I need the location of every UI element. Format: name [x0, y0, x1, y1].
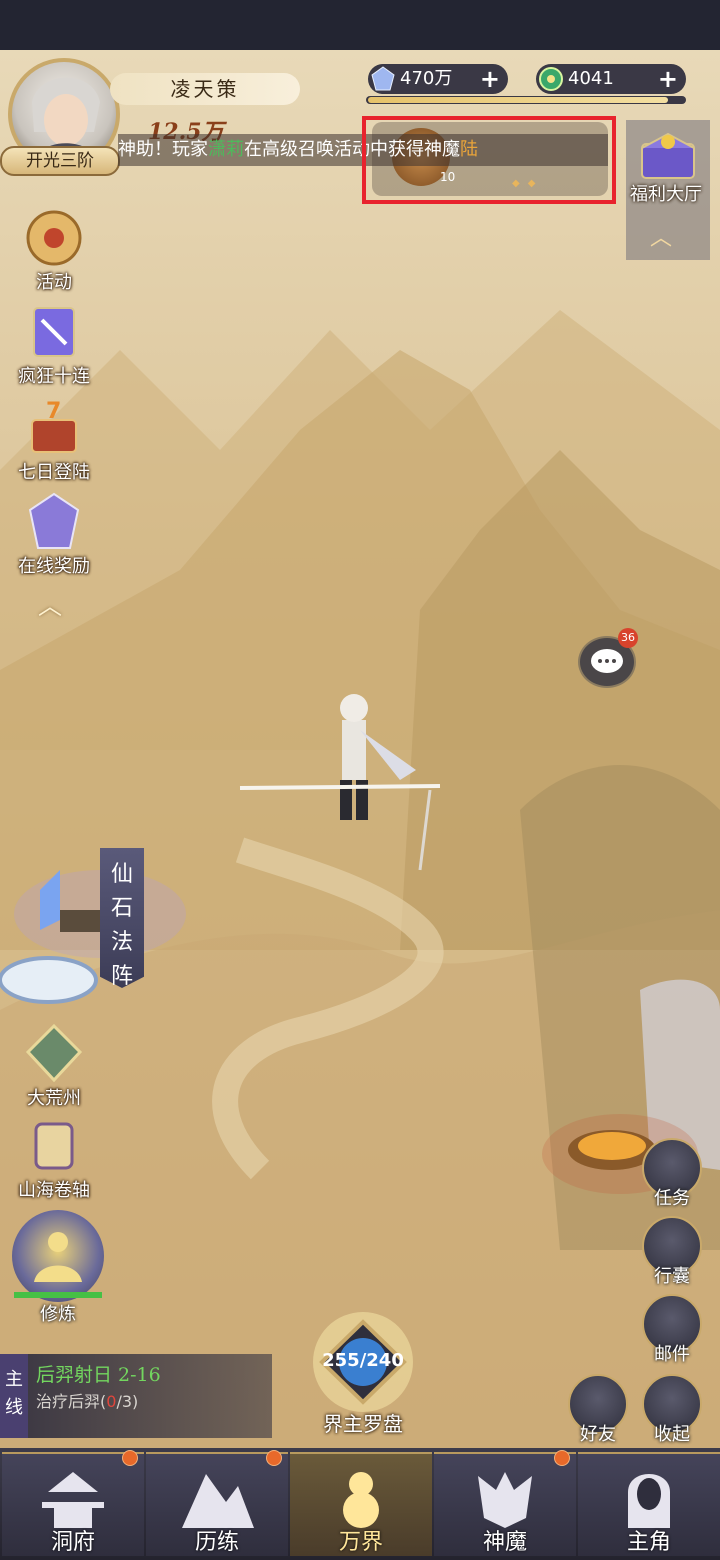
sidebar-item-ten-pull[interactable]: 疯狂十连	[6, 300, 102, 388]
quest-desc-prefix: 治疗后羿(	[36, 1392, 107, 1411]
highlight-box	[362, 116, 616, 204]
chat-unread-badge: 36	[618, 628, 638, 648]
meditation-icon	[34, 1232, 82, 1282]
tab-gods[interactable]: 神魔	[434, 1450, 576, 1556]
sidebar-label-dahuang: 大荒州	[27, 1088, 81, 1109]
sidebar-label-scroll: 山海卷轴	[18, 1180, 90, 1201]
jade-value: 4041	[568, 68, 614, 89]
quest-desc: 治疗后羿(0/3)	[36, 1388, 138, 1412]
collapse-button[interactable]: 收起	[642, 1374, 702, 1446]
add-spirit-stone-button[interactable]: +	[480, 64, 500, 94]
welfare-chest-icon[interactable]	[632, 126, 704, 182]
jade-counter: 4041 +	[536, 64, 686, 94]
sidebar-label-seven-day: 七日登陆	[18, 462, 90, 483]
sidebar-item-activity[interactable]: 活动	[6, 206, 102, 294]
tab-hero[interactable]: 主角	[578, 1452, 720, 1556]
welfare-hall-label[interactable]: 福利大厅	[618, 180, 714, 206]
task-button[interactable]: 任务	[642, 1138, 702, 1210]
task-label: 任务	[654, 1188, 690, 1209]
tab-training-badge	[266, 1450, 282, 1466]
quest-progress-done: 0	[106, 1392, 117, 1411]
array-label[interactable]: 仙石法阵	[104, 858, 140, 994]
marquee-player: 潇莉	[208, 139, 244, 160]
scroll-icon	[34, 1122, 74, 1170]
online-reward-icon	[28, 492, 80, 549]
tab-hero-label: 主角	[626, 1530, 671, 1555]
quest-desc-suffix: /3)	[116, 1392, 139, 1411]
cultivate-label[interactable]: 修炼	[10, 1300, 106, 1326]
collapse-label: 收起	[654, 1424, 690, 1445]
tab-world[interactable]: 万界	[290, 1452, 432, 1556]
rank-badge: 开光三阶	[0, 146, 120, 176]
tab-gods-badge	[554, 1450, 570, 1466]
activity-icon	[26, 210, 82, 266]
bag-label: 行囊	[654, 1266, 690, 1287]
demon-mask-icon	[478, 1472, 532, 1528]
chevron-up-icon[interactable]: ︿	[38, 586, 62, 621]
mail-button[interactable]: 邮件	[642, 1294, 702, 1366]
mail-label: 邮件	[654, 1344, 690, 1365]
spirit-stone-icon	[371, 66, 395, 91]
tab-training[interactable]: 历练	[146, 1450, 288, 1556]
chevron-up-icon[interactable]: ︿	[650, 220, 672, 252]
game-map[interactable]	[0, 50, 720, 1448]
seven-day-icon: 7	[31, 399, 77, 453]
sidebar-label-online-reward: 在线奖励	[18, 556, 90, 577]
marquee-prefix: 神助！玩家	[118, 139, 208, 160]
compass-label[interactable]: 界主罗盘	[290, 1408, 436, 1437]
spirit-stone-value: 470万	[400, 68, 453, 89]
compass-count: 255/240	[322, 1350, 404, 1371]
mountain-peak-icon	[182, 1474, 254, 1528]
friends-button[interactable]: 好友	[568, 1374, 628, 1446]
quest-tag: 主线	[0, 1354, 28, 1438]
pagoda-icon	[42, 1472, 104, 1528]
tab-cave-label: 洞府	[50, 1530, 95, 1555]
svg-text:7: 7	[46, 399, 61, 424]
exp-bar-fill	[368, 97, 668, 103]
stone-array-building[interactable]	[0, 870, 190, 1020]
tab-cave-badge	[122, 1450, 138, 1466]
ten-pull-icon	[33, 307, 75, 357]
sidebar-label-activity: 活动	[36, 272, 72, 293]
sidebar-item-scroll[interactable]: 山海卷轴	[6, 1114, 102, 1202]
dahuang-map-icon	[25, 1023, 83, 1083]
spirit-stone-counter: 470万 +	[368, 64, 508, 94]
status-bar	[0, 0, 720, 50]
cultivate-progress-fill	[14, 1292, 102, 1298]
cultivate-button[interactable]	[12, 1210, 104, 1302]
player-name[interactable]: 凌天策	[110, 73, 300, 105]
hero-portrait-icon	[628, 1474, 670, 1528]
bag-button[interactable]: 行囊	[642, 1216, 702, 1288]
map-landscape	[0, 310, 720, 1448]
tab-gods-label: 神魔	[482, 1530, 527, 1555]
sidebar-label-ten-pull: 疯狂十连	[18, 366, 90, 387]
friends-label: 好友	[580, 1424, 616, 1445]
tab-world-label: 万界	[338, 1530, 383, 1555]
sidebar-item-seven-day[interactable]: 7 七日登陆	[6, 396, 102, 484]
add-jade-button[interactable]: +	[658, 64, 678, 94]
sidebar-item-online-reward[interactable]: 在线奖励	[6, 490, 102, 578]
tab-cave[interactable]: 洞府	[2, 1450, 144, 1556]
sidebar-item-dahuang[interactable]: 大荒州	[6, 1022, 102, 1110]
quest-title[interactable]: 后羿射日 2-16	[36, 1360, 161, 1387]
jade-icon	[539, 67, 563, 91]
tab-training-label: 历练	[194, 1530, 239, 1555]
gourd-icon	[343, 1472, 379, 1528]
